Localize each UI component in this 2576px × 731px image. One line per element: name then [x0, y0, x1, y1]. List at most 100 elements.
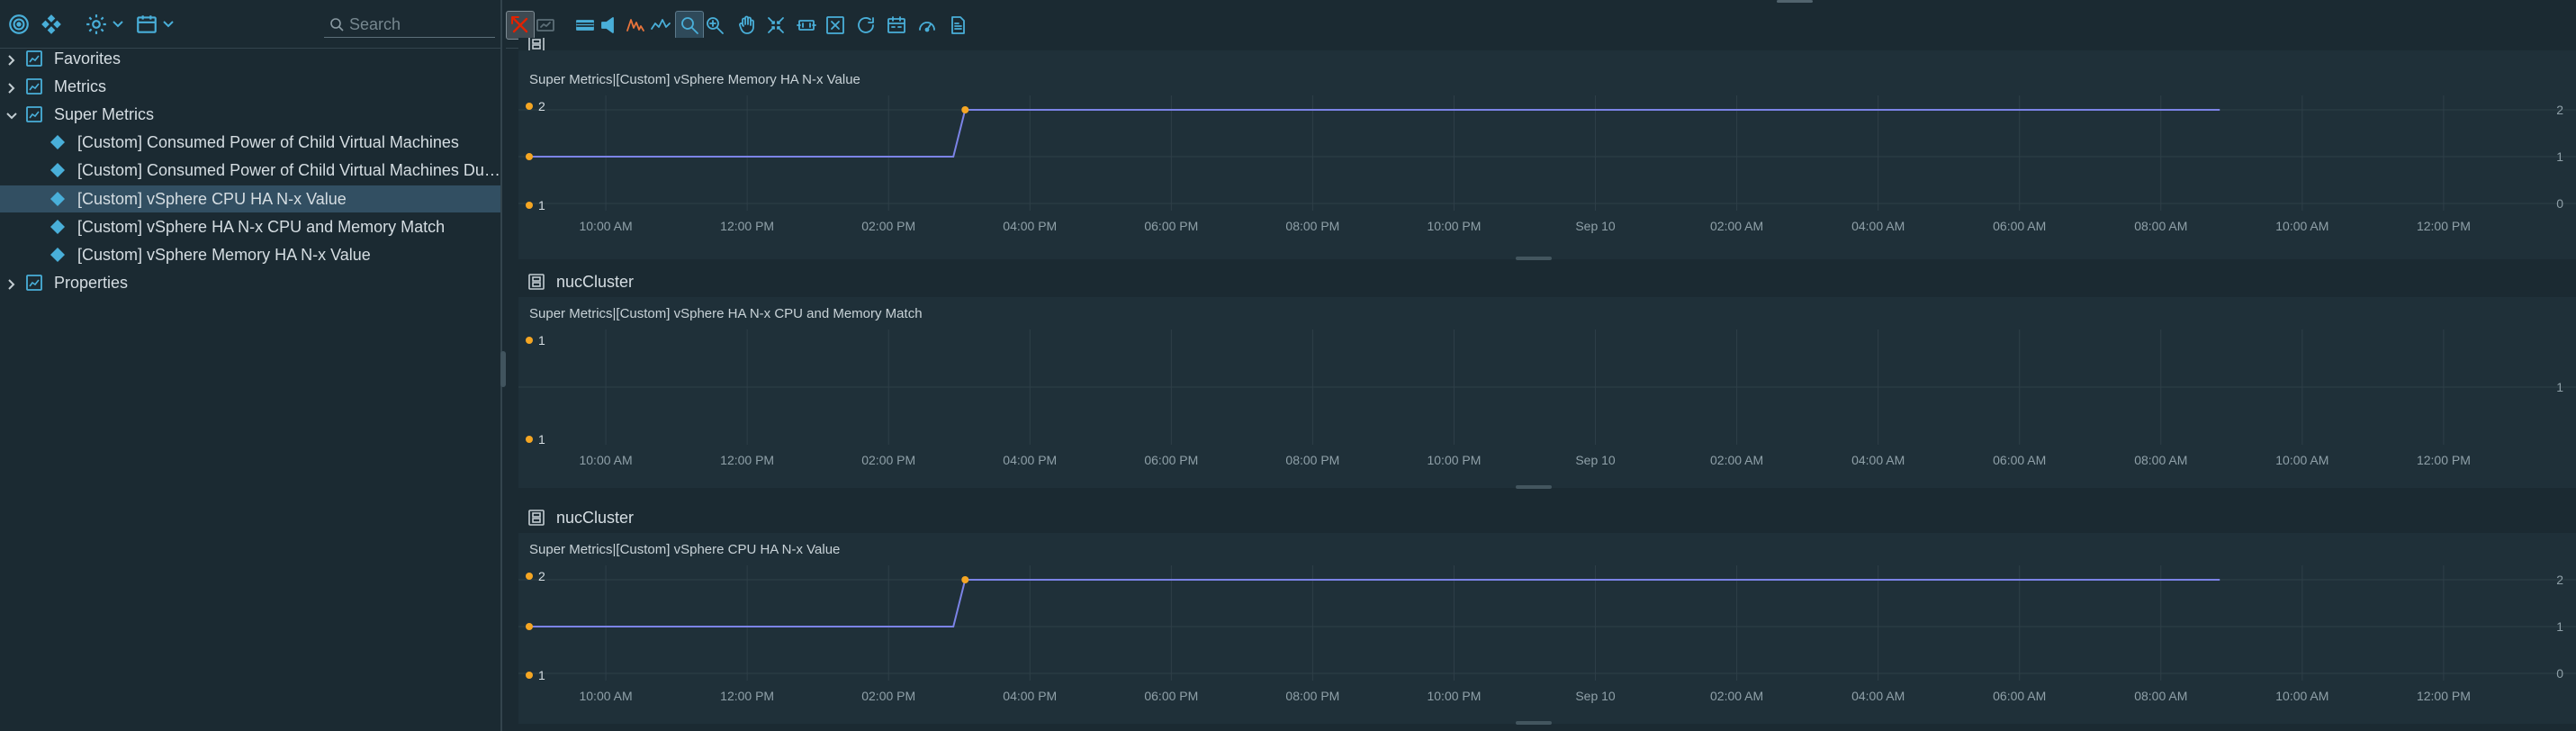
tree-item-label: [Custom] Consumed Power of Child Virtual…	[77, 160, 500, 179]
line-chart[interactable]: 10:00 AM 12:00 PM 02:00 PM 04:00 PM 06:00 PM…	[518, 564, 2576, 715]
zoom-in-icon[interactable]	[700, 11, 729, 40]
tree-item[interactable]: Metrics	[0, 73, 500, 100]
gear-icon[interactable]	[85, 13, 108, 36]
x-tick-label: 04:00 AM	[1851, 453, 1905, 467]
chart-folder-icon	[25, 105, 43, 123]
export-icon[interactable]	[943, 11, 972, 40]
cluster-icon	[527, 273, 545, 291]
chevron-right-icon[interactable]	[5, 276, 18, 290]
chevron-right-icon[interactable]	[5, 80, 18, 94]
calendar-icon[interactable]	[135, 13, 158, 36]
x-tick-label: 06:00 PM	[1144, 219, 1198, 233]
x-tick-label: 10:00 AM	[2275, 453, 2328, 467]
search-icon	[329, 17, 344, 32]
metric-diamond-icon	[50, 220, 65, 234]
x-tick-label: 10:00 PM	[1427, 219, 1481, 233]
x-tick-label: 08:00 PM	[1285, 453, 1339, 467]
chart-title: Super Metrics|[Custom] vSphere HA N-x CP…	[529, 306, 923, 321]
x-tick-label: 08:00 PM	[1285, 219, 1339, 233]
plot-area	[518, 565, 2576, 681]
max-marker	[526, 103, 533, 110]
tree-item-label: [Custom] vSphere CPU HA N-x Value	[77, 189, 347, 208]
panel-resize-handle[interactable]	[1516, 485, 1552, 489]
x-tick-label: 04:00 PM	[1003, 453, 1057, 467]
max-marker	[526, 573, 533, 580]
min-value-label: 1	[538, 668, 545, 682]
x-tick-label: 10:00 AM	[579, 453, 632, 467]
metric-diamond-icon	[50, 163, 65, 177]
x-tick-label: 08:00 AM	[2134, 219, 2187, 233]
panel-resize-handle[interactable]	[1516, 721, 1552, 725]
tree-item[interactable]: [Custom] vSphere CPU HA N-x Value	[0, 185, 500, 212]
panel-resize-handle[interactable]	[1516, 257, 1552, 260]
tree-item[interactable]: [Custom] vSphere Memory HA N-x Value	[0, 241, 500, 268]
pan-hand-icon[interactable]	[733, 11, 761, 40]
min-marker	[526, 436, 533, 443]
min-marker	[526, 202, 533, 209]
x-tick-label: 08:00 PM	[1285, 689, 1339, 703]
y-tick-label: 1	[2556, 619, 2563, 634]
metric-diamond-icon	[50, 248, 65, 262]
line-chart[interactable]: 10:00 AM 12:00 PM 02:00 PM 04:00 PM 06:00 PM…	[518, 94, 2576, 245]
wave-icon[interactable]	[646, 11, 675, 40]
y-tick-label: 1	[2556, 149, 2563, 164]
chart-panel: Super Metrics|[Custom] vSphere Memory HA…	[518, 38, 2576, 260]
chart-folder-icon	[25, 50, 43, 68]
y-tick-label: 1	[2556, 380, 2563, 394]
x-tick-label: 10:00 AM	[2275, 219, 2328, 233]
min-value-label: 1	[538, 432, 545, 447]
panel-header	[518, 38, 2576, 50]
dashboard-icon[interactable]	[531, 11, 560, 40]
tree-item[interactable]: [Custom] Consumed Power of Child Virtual…	[0, 157, 500, 184]
data-point	[526, 623, 533, 630]
x-tick-label: 10:00 PM	[1427, 689, 1481, 703]
tree-item[interactable]: Favorites	[0, 45, 500, 72]
sidebar-toolbar	[0, 0, 502, 49]
x-tick-label: 12:00 PM	[2417, 219, 2471, 233]
tree-item[interactable]: [Custom] Consumed Power of Child Virtual…	[0, 129, 500, 156]
search-input[interactable]	[349, 13, 491, 36]
tree-item-label: Favorites	[54, 49, 122, 68]
x-tick-label: 04:00 AM	[1851, 219, 1905, 233]
chevron-down-icon[interactable]	[5, 108, 18, 121]
speedometer-icon[interactable]	[913, 11, 941, 40]
tree-item-label: Metrics	[54, 77, 106, 95]
x-tick-label: 02:00 PM	[861, 453, 915, 467]
line-chart[interactable]: 10:00 AM 12:00 PM 02:00 PM 04:00 PM 06:00 PM…	[518, 328, 2576, 479]
x-tick-label: 12:00 PM	[720, 689, 774, 703]
remove-icon[interactable]	[821, 11, 850, 40]
puzzle-icon[interactable]	[40, 13, 63, 36]
chevron-right-icon[interactable]	[5, 52, 18, 66]
x-tick-label: 02:00 AM	[1710, 219, 1763, 233]
min-marker	[526, 672, 533, 679]
tree-item-label: [Custom] vSphere Memory HA N-x Value	[77, 245, 371, 264]
tree-item[interactable]: Super Metrics	[0, 101, 500, 128]
fit-icon[interactable]	[792, 11, 821, 40]
max-value-label: 2	[538, 569, 545, 583]
metric-diamond-icon	[50, 135, 65, 149]
x-tick-label: 08:00 AM	[2134, 453, 2187, 467]
target-icon[interactable]	[7, 13, 31, 36]
chart-title: Super Metrics|[Custom] vSphere CPU HA N-…	[529, 542, 841, 557]
x-tick-label: 12:00 PM	[720, 453, 774, 467]
sidebar: Favorites Metrics Super Metrics [Custom] Co…	[0, 0, 502, 731]
x-tick-label: Sep 10	[1575, 453, 1616, 467]
collapse-icon[interactable]	[761, 11, 790, 40]
chevron-down-icon[interactable]	[162, 18, 175, 31]
x-tick-label: 02:00 PM	[861, 219, 915, 233]
tree-item[interactable]: [Custom] vSphere HA N-x CPU and Memory M…	[0, 213, 500, 240]
panel-object-name: nucCluster	[556, 508, 635, 527]
refresh-icon[interactable]	[851, 11, 880, 40]
chevron-down-icon[interactable]	[112, 18, 124, 31]
x-tick-label: 06:00 AM	[1993, 689, 2046, 703]
search-box[interactable]	[324, 11, 495, 38]
plot-area	[518, 95, 2576, 211]
x-tick-label: Sep 10	[1575, 219, 1616, 233]
date-range-icon[interactable]	[882, 11, 911, 40]
x-tick-label: 10:00 AM	[2275, 689, 2328, 703]
tree-item-label: Super Metrics	[54, 104, 155, 123]
cluster-icon	[527, 38, 545, 50]
tree-item[interactable]: Properties	[0, 269, 500, 296]
x-tick-label: 04:00 PM	[1003, 689, 1057, 703]
chart-panel: nucCluster Super Metrics|[Custom] vSphere…	[518, 502, 2576, 725]
